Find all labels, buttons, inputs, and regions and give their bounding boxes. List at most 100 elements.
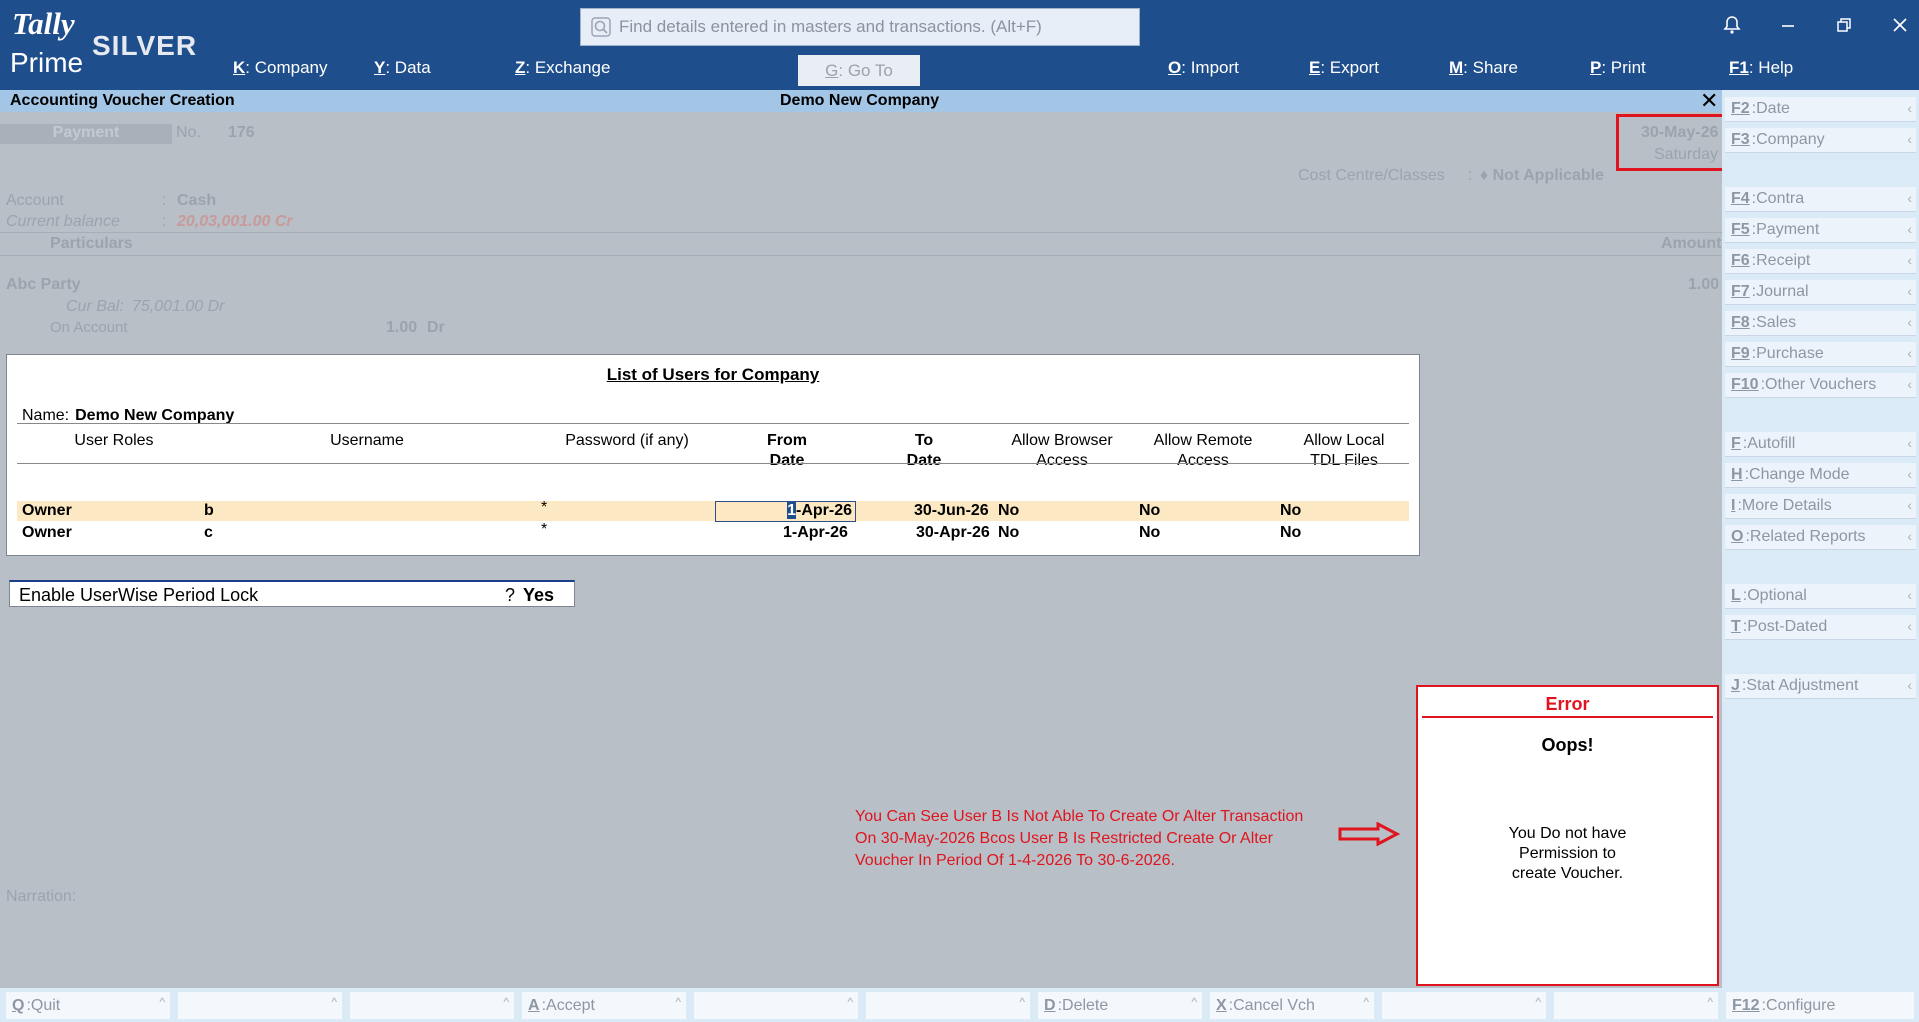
- from-date-field[interactable]: 1-Apr-26: [715, 501, 856, 522]
- row-username[interactable]: c: [204, 524, 213, 542]
- configure-button[interactable]: F12: Configure: [1726, 992, 1914, 1019]
- cost-centre-separator: :: [1468, 167, 1473, 184]
- screen-title-bar: Accounting Voucher Creation Demo New Com…: [0, 88, 1722, 114]
- users-panel-title: List of Users for Company: [606, 365, 820, 384]
- current-balance-separator: :: [162, 213, 167, 230]
- ledger-amount[interactable]: 1.00: [1688, 276, 1719, 294]
- empty-bottom-button[interactable]: ^: [350, 992, 514, 1019]
- company-name-value: Demo New Company: [75, 407, 235, 424]
- ledger-name[interactable]: Abc Party: [6, 276, 81, 294]
- sidebar-more-details-button[interactable]: I: More Details ‹: [1725, 494, 1916, 519]
- header-user-roles: User Roles: [74, 432, 154, 449]
- row-allow-tdl[interactable]: No: [1280, 524, 1301, 542]
- chevron-left-icon: ‹: [1907, 221, 1912, 237]
- error-dialog: Error Oops! You Do not have Permission t…: [1416, 685, 1719, 986]
- period-lock-label: Enable UserWise Period Lock: [19, 585, 259, 605]
- current-balance-label: Current balance: [6, 213, 120, 230]
- sidebar-other-vouchers-button[interactable]: F10: Other Vouchers ‹: [1725, 373, 1916, 398]
- row-username[interactable]: b: [204, 502, 214, 520]
- sidebar-change-mode-button[interactable]: H: Change Mode ‹: [1725, 463, 1916, 488]
- row-allow-tdl[interactable]: No: [1280, 502, 1301, 520]
- sidebar-receipt-button[interactable]: F6: Receipt ‹: [1725, 249, 1916, 274]
- quit-button[interactable]: Q: Quit ^: [6, 992, 170, 1019]
- chevron-up-icon: ^: [675, 995, 681, 1009]
- menu-data[interactable]: Y: Data: [374, 58, 431, 78]
- empty-bottom-button[interactable]: ^: [1382, 992, 1546, 1019]
- row-to-date[interactable]: 30-Jun-26: [914, 502, 989, 520]
- menu-export[interactable]: E: Export: [1309, 58, 1379, 78]
- empty-bottom-button[interactable]: ^: [1554, 992, 1718, 1019]
- empty-bottom-button[interactable]: ^: [178, 992, 342, 1019]
- close-screen-icon[interactable]: ✕: [1700, 88, 1718, 114]
- voucher-type: Payment: [0, 124, 172, 144]
- cancel-vch-button[interactable]: X: Cancel Vch ^: [1210, 992, 1374, 1019]
- period-lock-field[interactable]: Enable UserWise Period Lock ? Yes: [9, 580, 575, 607]
- chevron-up-icon: ^: [159, 995, 165, 1009]
- chevron-left-icon: ‹: [1907, 131, 1912, 147]
- header-to-date: To Date: [906, 432, 942, 469]
- chevron-up-icon: ^: [847, 995, 853, 1009]
- sidebar-date-button[interactable]: F2: Date ‹: [1725, 97, 1916, 122]
- account-value[interactable]: Cash: [177, 192, 216, 210]
- empty-bottom-button[interactable]: ^: [694, 992, 858, 1019]
- sidebar-journal-button[interactable]: F7: Journal ‹: [1725, 280, 1916, 305]
- menu-print[interactable]: P: Print: [1590, 58, 1646, 78]
- menu-exchange[interactable]: Z: Exchange: [515, 58, 610, 78]
- sidebar-optional-button[interactable]: L: Optional ‹: [1725, 584, 1916, 609]
- menu-company[interactable]: K: Company: [233, 58, 328, 78]
- header-password: Password (if any): [565, 432, 689, 449]
- sidebar-post-dated-button[interactable]: T: Post-Dated ‹: [1725, 615, 1916, 640]
- period-lock-value[interactable]: ? Yes: [505, 585, 554, 606]
- cost-centre-value[interactable]: ♦ Not Applicable: [1480, 167, 1604, 185]
- chevron-left-icon: ‹: [1907, 345, 1912, 361]
- narration-label: Narration:: [6, 888, 77, 905]
- accept-button[interactable]: A: Accept ^: [522, 992, 686, 1019]
- sidebar-company-button[interactable]: F3: Company ‹: [1725, 128, 1916, 153]
- tally-logo: Tally: [12, 6, 75, 41]
- chevron-left-icon: ‹: [1907, 466, 1912, 482]
- account-label: Account: [6, 192, 64, 209]
- row-to-date[interactable]: 30-Apr-26: [916, 524, 990, 542]
- account-separator: :: [162, 192, 167, 209]
- row-allow-remote[interactable]: No: [1139, 502, 1160, 520]
- sidebar-related-reports-button[interactable]: O: Related Reports ‹: [1725, 525, 1916, 550]
- table-row[interactable]: Owner c * 1-Apr-26 30-Apr-26 No No No: [17, 521, 1409, 543]
- cur-bal-label: Cur Bal:: [66, 298, 124, 315]
- minimize-icon[interactable]: [1776, 13, 1800, 37]
- particulars-header: Particulars: [50, 235, 133, 252]
- row-allow-remote[interactable]: No: [1139, 524, 1160, 542]
- menu-goto[interactable]: G: Go To: [798, 55, 920, 86]
- delete-button[interactable]: D: Delete ^: [1038, 992, 1202, 1019]
- empty-bottom-button[interactable]: ^: [866, 992, 1030, 1019]
- row-from-date[interactable]: 1-Apr-26: [783, 524, 848, 542]
- row-role: Owner: [22, 524, 72, 541]
- notification-bell-icon[interactable]: [1720, 13, 1744, 37]
- row-allow-browser[interactable]: No: [998, 502, 1019, 520]
- chevron-left-icon: ‹: [1907, 677, 1912, 693]
- sidebar-purchase-button[interactable]: F9: Purchase ‹: [1725, 342, 1916, 367]
- table-row[interactable]: Owner b * 1-Apr-26 30-Jun-26 No No No: [17, 499, 1409, 522]
- chevron-up-icon: ^: [1707, 995, 1713, 1009]
- row-password[interactable]: *: [541, 521, 547, 539]
- chevron-up-icon: ^: [503, 995, 509, 1009]
- row-allow-browser[interactable]: No: [998, 524, 1019, 542]
- restore-icon[interactable]: [1832, 13, 1856, 37]
- chevron-up-icon: ^: [1363, 995, 1369, 1009]
- row-password[interactable]: *: [541, 499, 547, 517]
- menu-help[interactable]: F1: Help: [1729, 58, 1793, 78]
- sidebar-stat-adjustment-button[interactable]: J: Stat Adjustment ‹: [1725, 674, 1916, 699]
- menu-share[interactable]: M: Share: [1449, 58, 1518, 78]
- sidebar-sales-button[interactable]: F8: Sales ‹: [1725, 311, 1916, 336]
- close-window-icon[interactable]: [1888, 13, 1912, 37]
- search-input[interactable]: [619, 17, 1119, 37]
- sidebar-payment-button[interactable]: F5: Payment ‹: [1725, 218, 1916, 243]
- edition-label: SILVER: [92, 30, 198, 61]
- sidebar-contra-button[interactable]: F4: Contra ‹: [1725, 187, 1916, 212]
- chevron-left-icon: ‹: [1907, 283, 1912, 299]
- bottom-button-bar: Q: Quit ^ ^ ^ A: Accept ^ ^ ^ D: Delete ^ X: Ca…: [0, 988, 1919, 1022]
- header-allow-browser: Allow Browser Access: [1011, 432, 1113, 469]
- error-headline: Oops!: [1541, 735, 1594, 755]
- menu-import[interactable]: O: Import: [1168, 58, 1239, 78]
- search-bar[interactable]: [580, 8, 1140, 46]
- sidebar-autofill-button[interactable]: F: Autofill ‹: [1725, 432, 1916, 457]
